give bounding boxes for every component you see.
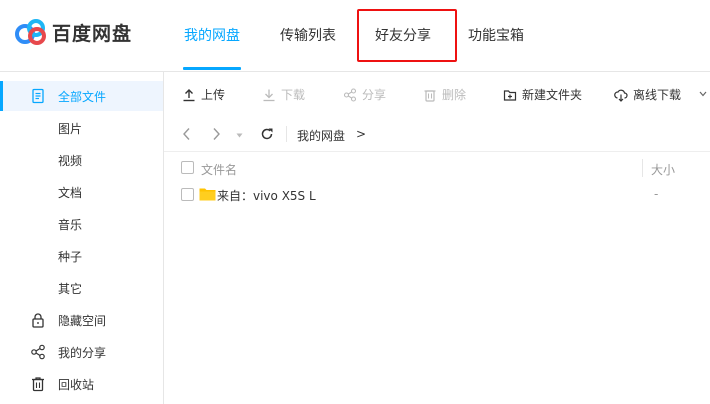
sidebar-item-music[interactable]: 音乐 xyxy=(0,209,163,239)
lock-icon xyxy=(32,313,44,328)
sidebar-item-label: 回收站 xyxy=(58,377,95,392)
document-icon xyxy=(32,88,44,104)
row-checkbox[interactable] xyxy=(181,188,194,201)
chevron-down-icon[interactable] xyxy=(699,91,707,97)
offline-download-label: 离线下载 xyxy=(633,88,682,102)
sidebar: 全部文件 图片 视频 文档 音乐 种子 其它 隐藏空间 我的分享 回收站 xyxy=(0,72,164,404)
sidebar-item-recycle-bin[interactable]: 回收站 xyxy=(0,369,163,399)
delete-label: 删除 xyxy=(442,88,467,102)
sidebar-item-label: 音乐 xyxy=(58,217,83,232)
upload-button[interactable]: 上传 xyxy=(182,86,225,103)
sidebar-item-label: 我的分享 xyxy=(58,345,107,360)
cloud-download-icon xyxy=(614,89,628,102)
sidebar-item-label: 文档 xyxy=(58,185,83,200)
back-arrow-icon[interactable] xyxy=(182,127,192,141)
cloud-logo-icon xyxy=(15,19,46,45)
history-dropdown-icon[interactable] xyxy=(236,133,243,138)
breadcrumb-divider xyxy=(286,126,287,142)
sidebar-item-other[interactable]: 其它 xyxy=(0,273,163,303)
highlight-box xyxy=(357,9,457,62)
new-folder-icon xyxy=(503,89,517,101)
sidebar-item-label: 视频 xyxy=(58,153,83,168)
app-name: 百度网盘 xyxy=(52,22,133,45)
new-folder-button[interactable]: 新建文件夹 xyxy=(503,86,582,103)
new-folder-label: 新建文件夹 xyxy=(522,88,583,102)
folder-icon xyxy=(199,188,216,201)
trash-icon xyxy=(32,377,44,392)
column-divider xyxy=(642,159,643,177)
file-toolbar: 上传 下载 分享 删除 新建文件夹 离线下载 xyxy=(164,78,710,112)
tab-toolbox[interactable]: 功能宝箱 xyxy=(468,25,524,45)
breadcrumb-my-disk[interactable]: 我的网盘 xyxy=(297,127,345,144)
file-list-header: 文件名 大小 xyxy=(164,154,710,182)
sidebar-item-hidden-space[interactable]: 隐藏空间 xyxy=(0,305,163,335)
tab-transfer-list[interactable]: 传输列表 xyxy=(280,25,336,45)
column-header-size[interactable]: 大小 xyxy=(651,161,675,178)
upload-label: 上传 xyxy=(201,88,226,102)
column-header-name[interactable]: 文件名 xyxy=(201,161,237,178)
sidebar-item-label: 图片 xyxy=(58,121,83,136)
sidebar-item-label: 其它 xyxy=(58,281,83,296)
sidebar-item-label: 种子 xyxy=(58,249,83,264)
offline-download-button[interactable]: 离线下载 xyxy=(614,86,681,103)
share-button[interactable]: 分享 xyxy=(343,86,386,103)
sidebar-item-documents[interactable]: 文档 xyxy=(0,177,163,207)
app-logo[interactable]: 百度网盘 xyxy=(14,18,132,46)
active-indicator xyxy=(0,81,3,111)
active-tab-underline xyxy=(183,67,241,70)
sidebar-item-torrents[interactable]: 种子 xyxy=(0,241,163,271)
sidebar-item-all-files[interactable]: 全部文件 xyxy=(0,81,163,111)
breadcrumb: 我的网盘 > xyxy=(164,118,710,152)
top-header: 百度网盘 我的网盘 传输列表 好友分享 功能宝箱 xyxy=(0,0,710,72)
sidebar-item-label: 全部文件 xyxy=(58,89,107,104)
download-button[interactable]: 下载 xyxy=(262,86,305,103)
sidebar-item-label: 隐藏空间 xyxy=(58,313,107,328)
share-icon xyxy=(31,344,45,360)
refresh-icon[interactable] xyxy=(260,127,274,141)
upload-icon xyxy=(183,88,195,101)
sidebar-item-my-shares[interactable]: 我的分享 xyxy=(0,337,163,367)
trash-icon xyxy=(424,89,436,102)
download-icon xyxy=(263,89,275,101)
table-row[interactable]: 来自：vivo X5S L - xyxy=(164,182,710,208)
share-label: 分享 xyxy=(362,88,387,102)
file-size: - xyxy=(654,187,659,201)
sidebar-item-videos[interactable]: 视频 xyxy=(0,145,163,175)
share-icon xyxy=(343,87,357,102)
forward-arrow-icon[interactable] xyxy=(211,127,221,141)
delete-button[interactable]: 删除 xyxy=(423,86,466,103)
download-label: 下载 xyxy=(281,88,306,102)
breadcrumb-arrow: > xyxy=(356,127,367,141)
tab-my-disk[interactable]: 我的网盘 xyxy=(184,25,240,45)
file-name[interactable]: 来自：vivo X5S L xyxy=(217,187,316,204)
sidebar-item-images[interactable]: 图片 xyxy=(0,113,163,143)
select-all-checkbox[interactable] xyxy=(181,161,194,174)
